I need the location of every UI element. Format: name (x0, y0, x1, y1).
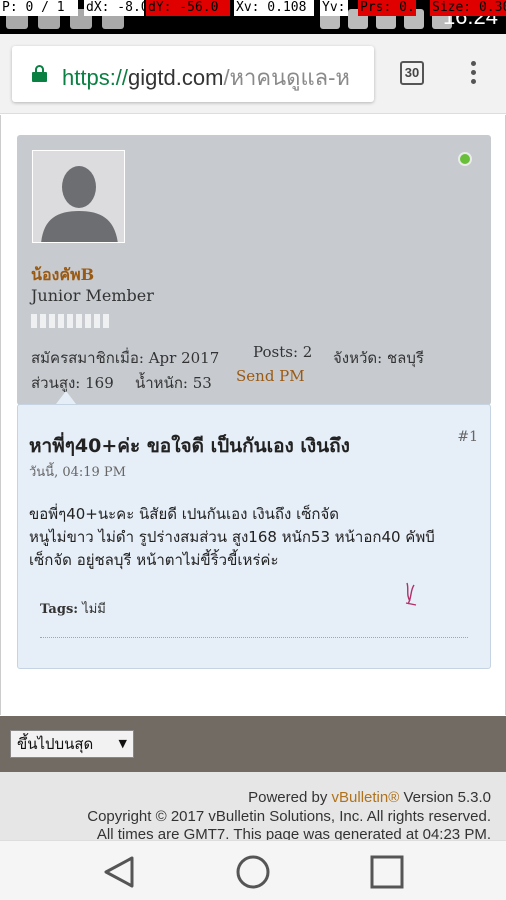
pointer-debug-overlay: P: 0 / 1 dX: -8.0 dY: -56.0 Xv: 0.108 Yv… (0, 0, 506, 16)
jump-to-top-select[interactable]: ขึ้นไปบนสุด ▼ (10, 730, 134, 758)
back-icon[interactable] (102, 854, 138, 890)
post-pointer (56, 391, 76, 404)
jump-toolbar: ขึ้นไปบนสุด ▼ (0, 716, 506, 772)
join-date: สมัครสมาชิกเมื่อ: Apr 2017 (31, 349, 220, 367)
recent-apps-icon[interactable] (369, 854, 405, 890)
post-divider (40, 637, 468, 638)
reputation-bar (31, 314, 109, 328)
more-menu-icon[interactable] (466, 61, 480, 89)
browser-toolbar: https://gigtd.com/หาคนดูแล-ห 30 (0, 34, 506, 114)
debug-p: P: 0 / 1 (0, 0, 78, 16)
version-text: Version 5.3.0 (403, 789, 491, 806)
send-pm-link[interactable]: Send PM (236, 367, 305, 385)
url-path: /หาคนดูแล-ห (223, 65, 350, 90)
page-content: น้องคัพB Junior Member สมัครสมาชิกเมื่อ:… (0, 115, 506, 715)
debug-yv: Yv: 0.120 (320, 0, 348, 16)
tags-label: Tags: (40, 602, 79, 617)
url-scheme: https:// (62, 65, 129, 90)
android-nav-bar (0, 840, 506, 900)
post-date: วันนี้, 04:19 PM (29, 465, 126, 480)
stray-mark-icon (405, 582, 417, 606)
footer: Powered by vBulletin® Version 5.3.0 Copy… (0, 772, 506, 843)
online-status-icon (458, 152, 472, 166)
avatar[interactable] (32, 150, 125, 243)
post-number-link[interactable]: #1 (457, 429, 478, 445)
post: หาพี่ๆ40+ค่ะ ขอใจดี เป็นกันเอง เงินถึง #… (17, 404, 491, 669)
default-avatar-icon (33, 151, 124, 242)
username-link[interactable]: น้องคัพB (31, 263, 94, 288)
debug-xv: Xv: 0.108 (234, 0, 314, 16)
weight: น้ำหนัก: 53 (135, 374, 212, 392)
tags-value: ไม่มี (82, 602, 106, 617)
province: จังหวัด: ชลบุรี (333, 349, 424, 367)
lock-icon[interactable] (32, 65, 47, 82)
debug-dy: dY: -56.0 (146, 0, 230, 16)
tab-switcher-button[interactable]: 30 (400, 61, 424, 85)
post-body-line: เซ็กจัด อยู่ชลบุรี หน้าตาไม่ขี้ริ้วขี้เห… (29, 551, 279, 569)
debug-size: Size: 0.30 (430, 0, 506, 16)
post-title: หาพี่ๆ40+ค่ะ ขอใจดี เป็นกันเอง เงินถึง (29, 435, 350, 457)
dropdown-arrow-icon: ▼ (118, 737, 127, 750)
jump-label: ขึ้นไปบนสุด (17, 735, 94, 753)
status-bar: 16:24 P: 0 / 1 dX: -8.0 dY: -56.0 Xv: 0.… (0, 0, 506, 34)
url-host: gigtd.com (128, 65, 224, 90)
url-text[interactable]: https://gigtd.com/หาคนดูแล-ห (62, 60, 350, 95)
post-count: Posts: 2 (253, 343, 313, 361)
user-title: Junior Member (31, 286, 154, 305)
home-icon[interactable] (235, 854, 271, 890)
vbulletin-link[interactable]: vBulletin® (332, 789, 400, 806)
debug-prs: Prs: 0.10 (358, 0, 416, 16)
post-body: ขอพี่ๆ40+นะคะ นิสัยดี เปนกันเอง เงินถึง … (29, 503, 489, 572)
powered-by-text: Powered by (248, 789, 328, 806)
post-body-line: ขอพี่ๆ40+นะคะ นิสัยดี เปนกันเอง เงินถึง … (29, 505, 340, 523)
post-body-line: หนูไม่ขาว ไม่ดำ รูปร่างสมส่วน สูง168 หนั… (29, 528, 435, 546)
url-bar[interactable]: https://gigtd.com/หาคนดูแล-ห (12, 46, 374, 102)
copyright-text: Copyright © 2017 vBulletin Solutions, In… (87, 808, 491, 825)
powered-by-line: Powered by vBulletin® Version 5.3.0 (248, 789, 491, 806)
post-tags: Tags: ไม่มี (40, 598, 106, 619)
user-profile-card: น้องคัพB Junior Member สมัครสมาชิกเมื่อ:… (17, 135, 491, 405)
debug-dx: dX: -8.0 (84, 0, 144, 16)
